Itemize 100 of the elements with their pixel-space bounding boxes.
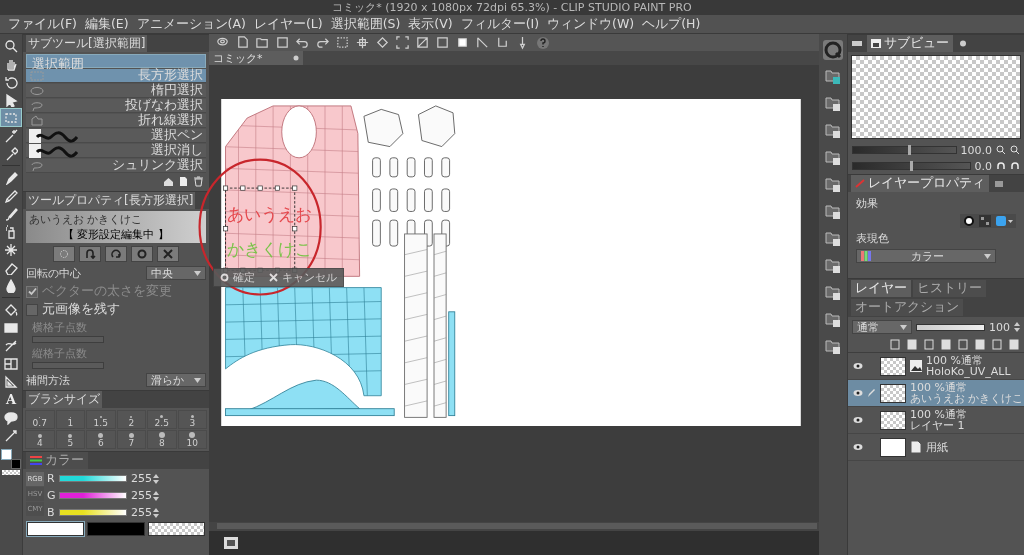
sub-tool-item[interactable]: シュリンク選択: [26, 159, 206, 173]
eye-icon[interactable]: [853, 416, 863, 424]
rotate-button[interactable]: [105, 246, 127, 262]
menu-item[interactable]: ファイル(F): [8, 15, 77, 33]
layer-action-icon[interactable]: [907, 339, 918, 350]
crosshair-icon[interactable]: [355, 35, 370, 50]
transparent-swatch[interactable]: [147, 522, 205, 536]
layer-row[interactable]: 用紙: [848, 434, 1024, 461]
folder-icon[interactable]: [824, 94, 842, 114]
brush-size-preset[interactable]: 2: [116, 410, 146, 429]
panel-tab[interactable]: レイヤー: [851, 280, 911, 297]
layer-action-icon[interactable]: [958, 339, 969, 350]
folder-icon[interactable]: [255, 35, 270, 50]
filled-square-icon[interactable]: [455, 35, 470, 50]
layer-row[interactable]: 100 %通常 あいうえお かきくけこ: [848, 380, 1024, 407]
color-slider[interactable]: [59, 475, 127, 482]
eye-icon[interactable]: [853, 443, 863, 451]
opacity-slider[interactable]: [916, 323, 985, 331]
document-tab[interactable]: コミック*: [209, 51, 303, 65]
home-icon[interactable]: [163, 176, 174, 187]
eye-icon[interactable]: [853, 389, 863, 397]
cancel-button[interactable]: キャンセル: [269, 270, 337, 285]
spinner-icon[interactable]: [1014, 322, 1020, 332]
panel-tab[interactable]: オートアクション: [851, 299, 963, 316]
sub-tool-item[interactable]: 選択ペン: [26, 129, 206, 143]
zoom-slider[interactable]: [852, 146, 957, 154]
brush-size-preset[interactable]: 10: [177, 430, 207, 449]
layer-row[interactable]: 100 %通常 レイヤー 1: [848, 407, 1024, 434]
folder-icon[interactable]: [824, 67, 842, 87]
spinner-icon[interactable]: [153, 473, 159, 484]
brush-size-preset[interactable]: 7: [116, 430, 146, 449]
panel-tab[interactable]: レイヤープロパティ: [851, 175, 989, 192]
page-icon[interactable]: [235, 35, 250, 50]
square-icon[interactable]: [995, 215, 1013, 227]
brush-size-preset[interactable]: 5: [55, 430, 85, 449]
diagonal-icon[interactable]: [475, 35, 490, 50]
menu-item[interactable]: ヘルプ(H): [642, 15, 701, 33]
trash-icon[interactable]: [193, 176, 204, 187]
folder-icon[interactable]: [824, 310, 842, 330]
layer-action-icon[interactable]: [992, 339, 1003, 350]
sub-tool-item[interactable]: 楕円選択: [26, 84, 206, 98]
slider-field[interactable]: [32, 362, 104, 369]
circle-icon[interactable]: [963, 215, 975, 227]
color-slider[interactable]: [59, 509, 127, 516]
square-icon[interactable]: [275, 35, 290, 50]
ring-icon[interactable]: [823, 40, 843, 60]
brush-size-preset[interactable]: 0.7: [25, 410, 55, 429]
panel-tab[interactable]: カラー: [26, 452, 88, 469]
sub-color-swatch[interactable]: [11, 459, 21, 469]
confirm-button[interactable]: [131, 246, 153, 262]
main-color-swatch[interactable]: [27, 522, 85, 536]
brush-size-preset[interactable]: 2.5: [147, 410, 177, 429]
interpolation-dropdown[interactable]: 滑らか: [146, 373, 206, 387]
color-mode-dropdown[interactable]: カラー: [856, 249, 996, 263]
menu-item[interactable]: 表示(V): [408, 15, 453, 33]
folder-icon[interactable]: [824, 229, 842, 249]
brush-size-preset[interactable]: 1.5: [86, 410, 116, 429]
cancel-button[interactable]: [157, 246, 179, 262]
halftone-icon[interactable]: [979, 215, 991, 227]
spinner-icon[interactable]: [153, 507, 159, 518]
brush-size-preset[interactable]: 3: [177, 410, 207, 429]
color-slider[interactable]: [59, 492, 127, 499]
navigator-icon[interactable]: [223, 536, 239, 550]
transparent-swatch[interactable]: [2, 470, 20, 475]
layer-action-icon[interactable]: [941, 339, 952, 350]
zoom-out-icon[interactable]: [996, 145, 1006, 155]
folder-icon[interactable]: [824, 175, 842, 195]
confirm-button[interactable]: 確定: [220, 270, 255, 285]
layer-action-icon[interactable]: [975, 339, 986, 350]
folder-icon[interactable]: [824, 148, 842, 168]
brush-size-preset[interactable]: 1: [55, 410, 85, 429]
rotation-slider[interactable]: [852, 162, 971, 170]
menu-item[interactable]: アニメーション(A): [136, 15, 246, 33]
page-icon[interactable]: [178, 176, 189, 187]
menu-item[interactable]: レイヤー(L): [253, 15, 323, 33]
sub-tool-item[interactable]: 投げなわ選択: [26, 99, 206, 113]
dotted-square-icon[interactable]: [335, 35, 350, 50]
tool-button[interactable]: [1, 355, 21, 372]
sub-color-swatch[interactable]: [87, 522, 145, 536]
layer-action-icon[interactable]: [890, 339, 901, 350]
tool-button[interactable]: [1, 409, 21, 426]
menu-item[interactable]: 編集(E): [84, 15, 129, 33]
menu-item[interactable]: 選択範囲(S): [330, 15, 401, 33]
menu-item[interactable]: フィルター(I): [460, 15, 540, 33]
folder-icon[interactable]: [824, 121, 842, 141]
main-color-swatch[interactable]: [1, 449, 12, 460]
half-square-icon[interactable]: [435, 35, 450, 50]
eye-icon[interactable]: [853, 362, 863, 370]
zoom-in-icon[interactable]: [1010, 145, 1020, 155]
panel-tab[interactable]: ヒストリー: [913, 280, 986, 297]
flip-button[interactable]: [79, 246, 101, 262]
sub-tool-item[interactable]: 選択消し: [26, 144, 206, 158]
layer-action-icon[interactable]: [924, 339, 935, 350]
layer-action-icon[interactable]: [1009, 339, 1020, 350]
folder-icon[interactable]: [824, 283, 842, 303]
menu-item[interactable]: ウィンドウ(W): [547, 15, 635, 33]
slider-thumb[interactable]: [910, 161, 914, 171]
reset-button[interactable]: [53, 246, 75, 262]
folder-icon[interactable]: [824, 256, 842, 276]
blend-mode-dropdown[interactable]: 通常: [852, 320, 912, 334]
